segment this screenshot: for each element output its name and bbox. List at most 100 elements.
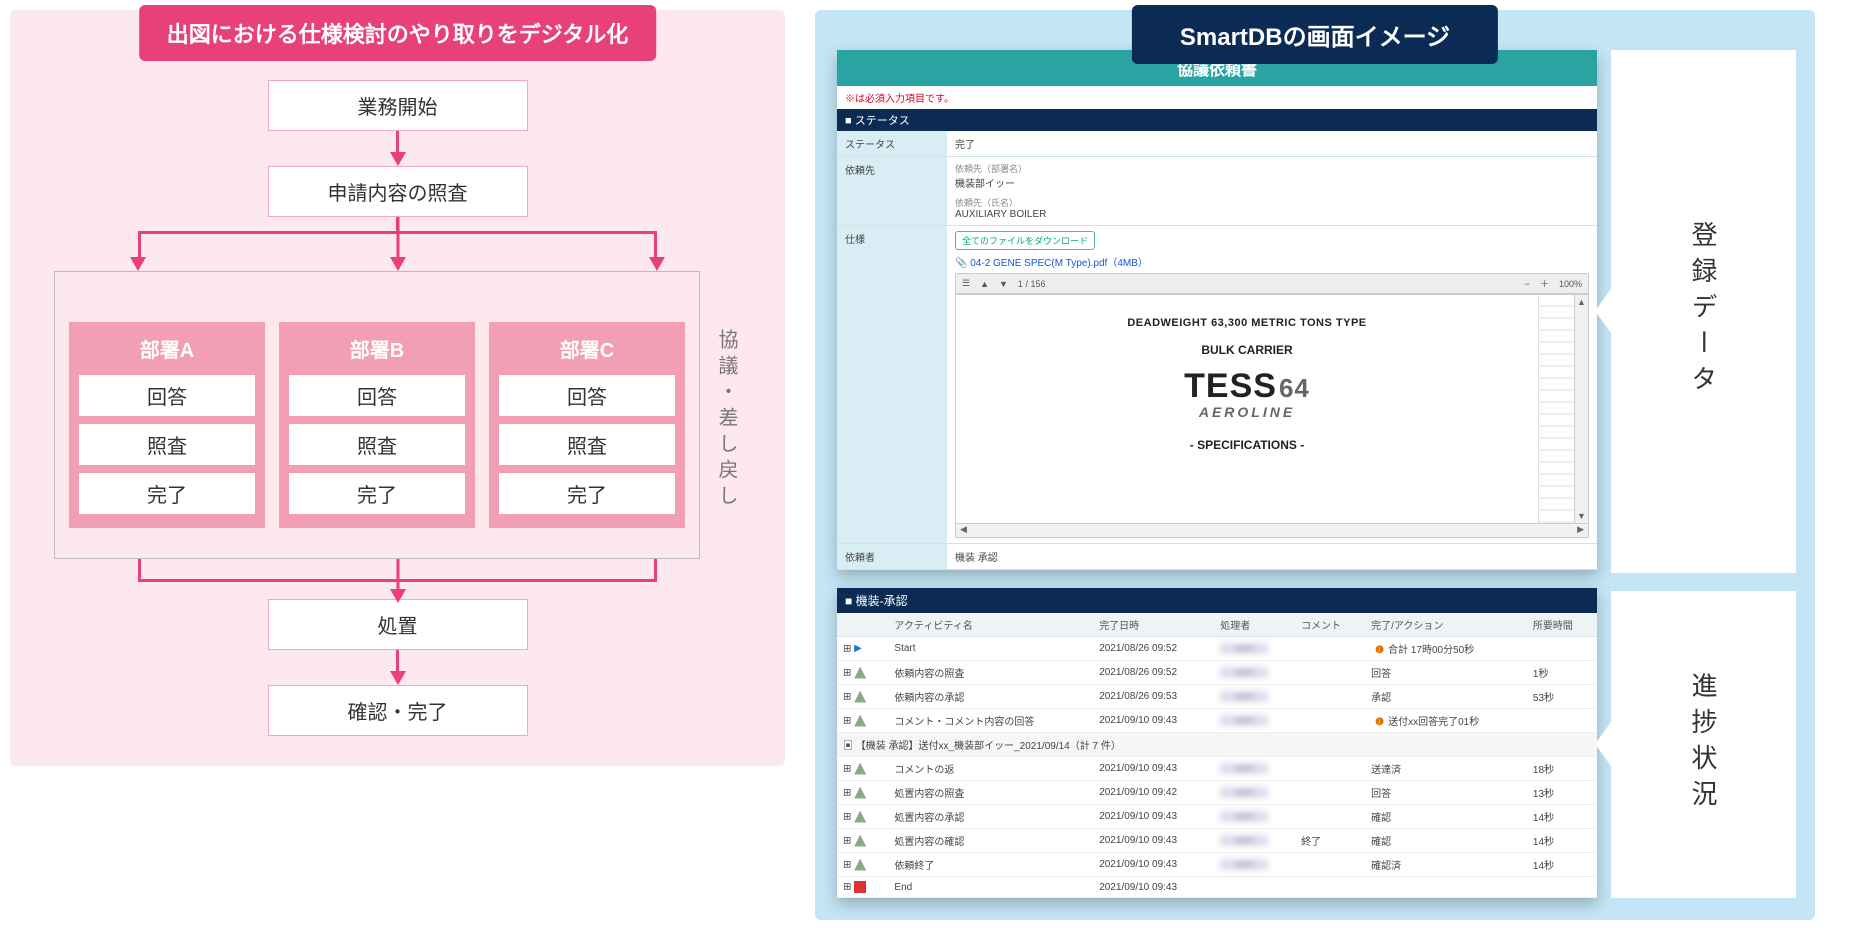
department-column: 部署B回答照査完了 — [279, 322, 475, 528]
blurred-name: xxxx — [1220, 811, 1268, 822]
comment — [1295, 661, 1365, 685]
activity-name[interactable]: コメントの返 — [888, 757, 1093, 781]
completed-at: 2021/09/10 09:42 — [1093, 781, 1214, 805]
department-title: 部署C — [560, 334, 614, 363]
warning-icon: ❶ — [1371, 717, 1388, 728]
duration: 14秒 — [1527, 805, 1597, 829]
node-icon — [854, 667, 866, 679]
label-status: ステータス — [837, 131, 947, 156]
comment — [1295, 877, 1365, 898]
department-step: 完了 — [289, 473, 465, 514]
activity-name[interactable]: 処置内容の照査 — [888, 781, 1093, 805]
completed-at: 2021/09/10 09:43 — [1093, 709, 1214, 733]
stop-icon — [854, 881, 866, 893]
pdf-next-icon[interactable]: ▼ — [999, 279, 1008, 289]
activity-name[interactable]: 依頼終了 — [888, 853, 1093, 877]
comment — [1295, 781, 1365, 805]
value-last: 機装 承認 — [947, 544, 1597, 569]
comment — [1295, 757, 1365, 781]
progress-column-header — [837, 613, 888, 637]
activity-name[interactable]: 処置内容の承認 — [888, 805, 1093, 829]
attached-file-link[interactable]: 📎 04-2 GENE SPEC(M Type).pdf（4MB） — [955, 254, 1589, 269]
processor: xxxx — [1214, 781, 1295, 805]
pdf-menu-icon[interactable]: ☰ — [962, 278, 970, 289]
duration — [1527, 877, 1597, 898]
activity-name[interactable]: 処置内容の確認 — [888, 829, 1093, 853]
processor: xxxx — [1214, 685, 1295, 709]
blurred-name: xxxx — [1220, 691, 1268, 702]
pdf-prev-icon[interactable]: ▲ — [980, 279, 989, 289]
progress-group-row: ▣ 【機装 承認】送付xx_機装部イッー_2021/09/14（計 7 件） — [837, 733, 1597, 757]
node-icon — [854, 811, 866, 823]
progress-row: ⊞ コメント・コメント内容の回答2021/09/10 09:43xxxx❶送付x… — [837, 709, 1597, 733]
activity-name[interactable]: 依頼内容の承認 — [888, 685, 1093, 709]
pdf-logo: TESS64 — [1184, 367, 1310, 406]
pdf-line3: - SPECIFICATIONS - — [970, 438, 1524, 452]
form-section-status: ■ ステータス — [837, 109, 1597, 131]
step-done: 確認・完了 — [268, 685, 528, 736]
form-required-note: ※は必須入力項目です。 — [837, 86, 1597, 109]
duration — [1527, 709, 1597, 733]
pdf-toolbar[interactable]: ☰ ▲ ▼ 1 / 156 − ＋ 100% — [955, 273, 1589, 294]
pdf-line1: DEADWEIGHT 63,300 METRIC TONS TYPE — [970, 317, 1524, 329]
arrow-down-icon — [390, 671, 406, 685]
blurred-name: xxxx — [1220, 859, 1268, 870]
pdf-zoom-in-icon[interactable]: ＋ — [1540, 277, 1549, 290]
node-icon — [854, 859, 866, 871]
blurred-name: xxxx — [1220, 787, 1268, 798]
pdf-scrollbar-horizontal[interactable]: ◀▶ — [955, 524, 1589, 538]
node-icon — [854, 787, 866, 799]
activity-name[interactable]: End — [888, 877, 1093, 898]
processor: xxxx — [1214, 661, 1295, 685]
department-column: 部署A回答照査完了 — [69, 322, 265, 528]
node-icon — [854, 835, 866, 847]
result-action: 回答 — [1365, 781, 1527, 805]
result-action: 承認 — [1365, 685, 1527, 709]
step-start: 業務開始 — [268, 80, 528, 131]
duration: 13秒 — [1527, 781, 1597, 805]
callout-registered-data: 登録データ — [1611, 50, 1796, 573]
activity-name[interactable]: コメント・コメント内容の回答 — [888, 709, 1093, 733]
processor: xxxx — [1214, 757, 1295, 781]
left-panel: 出図における仕様検討のやり取りをデジタル化 業務開始 申請内容の照査 — [10, 10, 785, 920]
value-requester: 依頼先（部署名） 機装部イッー 依頼先（氏名） AUXILIARY BOILER — [947, 157, 1597, 225]
pdf-zoom-out-icon[interactable]: − — [1525, 279, 1530, 289]
progress-row: ⊞ End2021/09/10 09:43 — [837, 877, 1597, 898]
completed-at: 2021/09/10 09:43 — [1093, 805, 1214, 829]
pdf-logo-sub: AEROLINE — [970, 404, 1524, 420]
left-flow: 業務開始 申請内容の照査 部署A回答照査完了部署B回答照査完了部署C回答照査 — [10, 10, 785, 766]
pdf-line2: BULK CARRIER — [970, 343, 1524, 357]
department-title: 部署B — [350, 334, 404, 363]
duration: 14秒 — [1527, 829, 1597, 853]
result-action: 確認 — [1365, 829, 1527, 853]
form-card: 協議依頼書 ※は必須入力項目です。 ■ ステータス ステータス 完了 依頼先 依… — [837, 50, 1597, 570]
duration — [1527, 637, 1597, 661]
department-step: 回答 — [499, 375, 675, 416]
progress-row: ⊞ ▶Start2021/08/26 09:52xxxx❶合計 17時00分50… — [837, 637, 1597, 661]
right-header: SmartDBの画面イメージ — [1132, 5, 1498, 64]
blurred-name: xxxx — [1220, 763, 1268, 774]
label-requester: 依頼先 — [837, 157, 947, 225]
result-action: ❶合計 17時00分50秒 — [1365, 637, 1527, 661]
label-last: 依頼者 — [837, 544, 947, 569]
progress-card: ■ 機装-承認 アクティビティ名完了日時処理者コメント完了/アクション所要時間 … — [837, 588, 1597, 898]
processor: xxxx — [1214, 709, 1295, 733]
page: 出図における仕様検討のやり取りをデジタル化 業務開始 申請内容の照査 — [10, 10, 1864, 920]
progress-column-header: 完了日時 — [1093, 613, 1214, 637]
download-all-button[interactable]: 全てのファイルをダウンロード — [955, 231, 1095, 250]
progress-header: ■ 機装-承認 — [837, 588, 1597, 613]
step-action: 処置 — [268, 599, 528, 650]
progress-row: ⊞ 依頼内容の照査2021/08/26 09:52xxxx回答1秒 — [837, 661, 1597, 685]
pdf-viewport[interactable]: DEADWEIGHT 63,300 METRIC TONS TYPE BULK … — [955, 294, 1589, 524]
processor: xxxx — [1214, 829, 1295, 853]
department-step: 回答 — [289, 375, 465, 416]
node-icon — [854, 763, 866, 775]
duration: 18秒 — [1527, 757, 1597, 781]
comment — [1295, 637, 1365, 661]
activity-name[interactable]: Start — [888, 637, 1093, 661]
activity-name[interactable]: 依頼内容の照査 — [888, 661, 1093, 685]
pdf-thumbnail-strip — [1538, 295, 1574, 523]
progress-table: アクティビティ名完了日時処理者コメント完了/アクション所要時間 ⊞ ▶Start… — [837, 613, 1597, 898]
duration: 1秒 — [1527, 661, 1597, 685]
pdf-scrollbar-vertical[interactable] — [1574, 295, 1588, 523]
